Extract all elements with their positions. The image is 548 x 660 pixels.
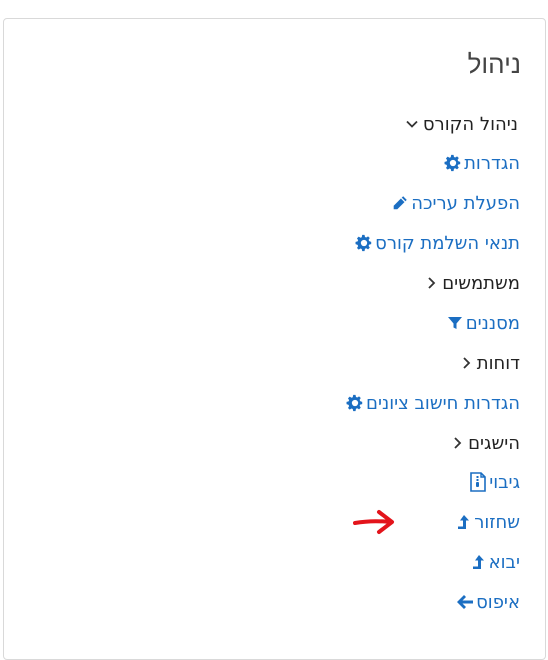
- nav-label: הישגים: [468, 432, 520, 454]
- archive-file-icon: [467, 471, 489, 493]
- nav-badges[interactable]: הישגים: [442, 430, 520, 456]
- chevron-right-icon: [455, 352, 477, 374]
- nav-label: שחזור: [474, 511, 520, 533]
- nav-restore[interactable]: שחזור: [448, 509, 520, 535]
- nav-course-completion[interactable]: תנאי השלמת קורס: [349, 230, 520, 256]
- chevron-down-icon: [401, 113, 423, 135]
- upload-arrow-icon: [452, 511, 474, 533]
- arrow-left-icon: [454, 591, 476, 613]
- nav-label: הפעלת עריכה: [411, 192, 520, 214]
- filter-icon: [444, 312, 466, 334]
- nav-label: יבוא: [488, 551, 520, 573]
- nav-reset[interactable]: איפוס: [450, 589, 520, 615]
- nav-label: תנאי השלמת קורס: [375, 232, 520, 254]
- nav-label: הגדרות: [464, 152, 520, 174]
- nav-label: דוחות: [476, 352, 520, 374]
- nav-gradebook-setup[interactable]: הגדרות חישוב ציונים: [340, 390, 520, 416]
- nav-users[interactable]: משתמשים: [416, 270, 520, 296]
- nav-label: ניהול הקורס: [422, 113, 518, 135]
- gear-icon: [344, 392, 366, 414]
- nav-reports[interactable]: דוחות: [451, 350, 520, 376]
- pencil-icon: [389, 192, 411, 214]
- chevron-right-icon: [420, 272, 442, 294]
- nav-label: איפוס: [476, 591, 520, 613]
- nav-label: גיבוי: [489, 471, 520, 493]
- nav-backup[interactable]: גיבוי: [463, 469, 520, 495]
- gear-icon: [353, 232, 375, 254]
- nav-turn-editing-on[interactable]: הפעלת עריכה: [385, 190, 520, 216]
- nav-label: משתמשים: [442, 272, 520, 294]
- upload-arrow-icon: [467, 551, 489, 573]
- nav-label: הגדרות חישוב ציונים: [366, 392, 520, 414]
- nav-settings[interactable]: הגדרות: [438, 150, 520, 176]
- nav-filters[interactable]: מסננים: [440, 310, 520, 336]
- block-title: ניהול: [467, 50, 521, 80]
- nav-label: מסננים: [465, 312, 520, 334]
- annotation-arrow-icon: [353, 510, 394, 534]
- chevron-right-icon: [446, 432, 468, 454]
- gear-icon: [442, 152, 464, 174]
- nav-import[interactable]: יבוא: [463, 549, 520, 575]
- nav-course-administration[interactable]: ניהול הקורס: [397, 111, 518, 137]
